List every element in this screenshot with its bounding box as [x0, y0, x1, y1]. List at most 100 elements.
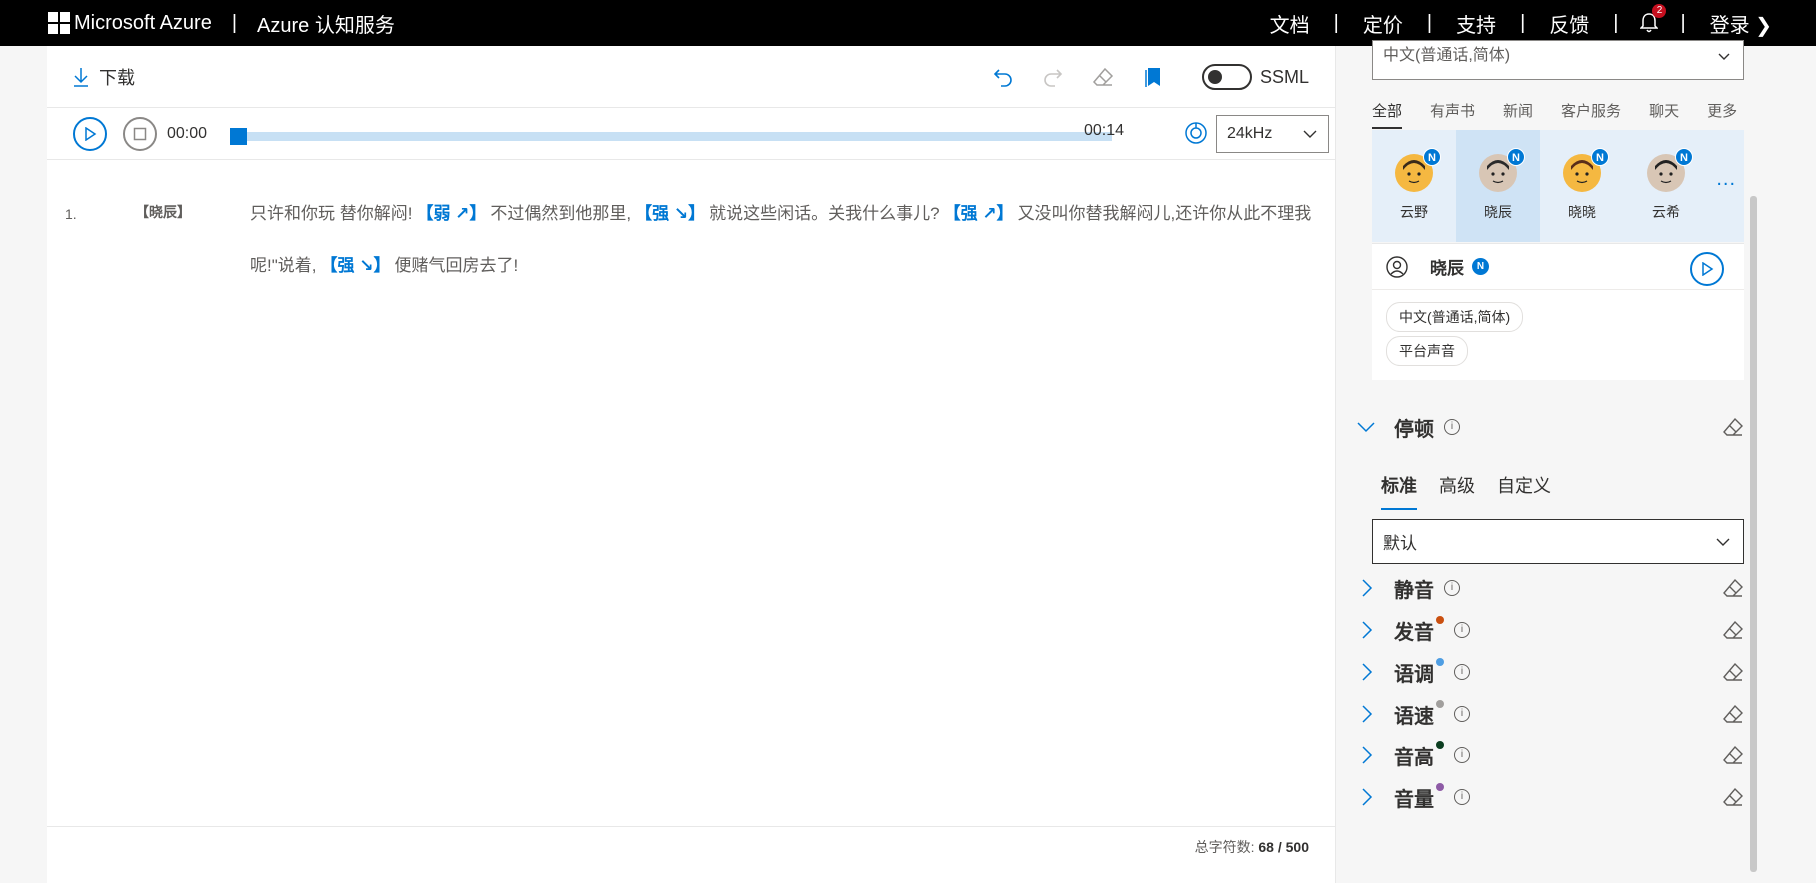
nav-link-support[interactable]: 支持	[1452, 9, 1500, 38]
chevron-right-icon	[1362, 621, 1373, 639]
bookmark-icon[interactable]	[1138, 62, 1168, 92]
selected-voice-name: 晓辰	[1430, 259, 1464, 278]
selected-voice-header: 晓辰 N	[1372, 244, 1744, 290]
notification-bell-icon[interactable]: 2	[1638, 4, 1667, 34]
category-tab[interactable]: 新闻	[1503, 100, 1533, 129]
tab-advanced[interactable]: 高级	[1439, 472, 1475, 510]
info-icon[interactable]: i	[1454, 747, 1470, 763]
eraser-icon[interactable]	[1722, 417, 1744, 437]
eraser-icon[interactable]	[1722, 578, 1744, 598]
panel-scrollbar[interactable]	[1750, 196, 1757, 872]
eraser-icon[interactable]	[1722, 787, 1744, 807]
voice-option[interactable]: N 晓晓	[1540, 130, 1624, 242]
audio-player: 00:00 00:14 24kHz	[47, 108, 1335, 160]
chevron-right-icon: ❯	[1755, 14, 1772, 37]
section-title: 停顿	[1394, 418, 1434, 441]
audio-settings-icon[interactable]	[1183, 120, 1209, 151]
nav-link-docs[interactable]: 文档	[1266, 9, 1314, 38]
category-tab[interactable]: 全部	[1372, 100, 1403, 129]
editor-footer: 总字符数: 68 / 500	[47, 826, 1335, 883]
progress-track[interactable]	[230, 128, 1112, 145]
preview-voice-button[interactable]	[1690, 252, 1724, 286]
category-tab[interactable]: 客户服务	[1561, 100, 1621, 129]
notification-count-badge: 2	[1652, 4, 1667, 18]
char-count-value: 68 / 500	[1258, 839, 1309, 855]
category-tab[interactable]: 更多	[1707, 100, 1737, 129]
service-name[interactable]: Azure 认知服务	[257, 9, 395, 38]
play-button[interactable]	[73, 116, 107, 151]
section-title: 语速	[1394, 705, 1434, 728]
eraser-icon[interactable]	[1722, 620, 1744, 640]
redo-icon[interactable]	[1038, 62, 1068, 92]
eraser-icon[interactable]	[1088, 62, 1118, 92]
text-segment: 不过偶然到他那里,	[490, 204, 632, 223]
microsoft-logo-icon	[48, 12, 70, 34]
editor-paragraph[interactable]: 只许和你玩 替你解闷! 【弱 ↗】 不过偶然到他那里, 【强 ↘】 就说这些闲话。关我什…	[250, 188, 1320, 292]
nav-link-pricing[interactable]: 定价	[1359, 9, 1407, 38]
voice-locale-chip: 中文(普通话,简体)	[1386, 302, 1524, 332]
section-collapsed[interactable]: 音量 i	[1356, 782, 1744, 812]
avatar: N	[1479, 148, 1525, 192]
brand[interactable]: Microsoft Azure	[48, 12, 212, 35]
eraser-icon[interactable]	[1722, 745, 1744, 765]
prosody-tag[interactable]: 【强 ↘】	[320, 256, 390, 275]
pause-select[interactable]: 默认	[1372, 519, 1744, 564]
section-collapsed[interactable]: 静音 i	[1356, 573, 1744, 603]
end-time: 00:14	[1084, 122, 1125, 139]
selected-voice-card: 晓辰 N 中文(普通话,简体) 平台声音	[1372, 243, 1744, 380]
voice-option[interactable]: N 晓辰	[1456, 130, 1540, 242]
section-collapsed[interactable]: 语速 i	[1356, 699, 1744, 729]
line-number: 1.	[65, 206, 77, 222]
status-dot	[1436, 658, 1444, 666]
section-collapsed[interactable]: 发音 i	[1356, 615, 1744, 645]
current-time: 00:00	[167, 124, 208, 142]
info-icon[interactable]: i	[1454, 622, 1470, 638]
eraser-icon[interactable]	[1722, 662, 1744, 682]
download-button[interactable]: 下载	[73, 64, 135, 90]
stop-button[interactable]	[123, 116, 157, 151]
voice-option[interactable]: N 云野	[1372, 130, 1456, 242]
sample-rate-value: 24kHz	[1227, 125, 1273, 142]
sample-rate-select[interactable]: 24kHz	[1216, 115, 1329, 153]
voice-gallery: N 云野 N 晓辰 N 晓晓 N 云希...	[1372, 130, 1744, 242]
info-icon[interactable]: i	[1444, 580, 1460, 596]
login-link[interactable]: 登录 ❯	[1706, 9, 1776, 38]
section-collapsed[interactable]: 语调 i	[1356, 657, 1744, 687]
nav-link-feedback[interactable]: 反馈	[1545, 9, 1593, 38]
info-icon[interactable]: i	[1454, 664, 1470, 680]
info-icon[interactable]: i	[1444, 419, 1460, 435]
category-tab[interactable]: 聊天	[1649, 100, 1679, 129]
more-voices-button[interactable]: ...	[1716, 168, 1736, 191]
tab-custom[interactable]: 自定义	[1497, 472, 1551, 510]
info-icon[interactable]: i	[1454, 789, 1470, 805]
section-collapsed[interactable]: 音高 i	[1356, 740, 1744, 770]
editor-toolbar: 下载 SSML	[47, 46, 1335, 108]
ssml-toggle[interactable]	[1201, 64, 1252, 90]
download-icon	[74, 67, 88, 87]
char-count: 总字符数: 68 / 500	[1195, 837, 1309, 857]
chevron-right-icon	[1362, 579, 1373, 597]
category-tab[interactable]: 有声书	[1430, 100, 1475, 129]
nav-separator: |	[231, 11, 238, 34]
progress-thumb[interactable]	[230, 128, 247, 145]
prosody-tag[interactable]: 【弱 ↗】	[416, 204, 486, 223]
prosody-tag[interactable]: 【强 ↘】	[635, 204, 705, 223]
section-pause[interactable]: 停顿 i	[1356, 412, 1744, 442]
info-icon[interactable]: i	[1454, 706, 1470, 722]
chevron-down-icon	[1357, 422, 1375, 433]
avatar: N	[1395, 148, 1441, 192]
eraser-icon[interactable]	[1722, 704, 1744, 724]
voice-name: 晓辰	[1484, 204, 1512, 220]
status-dot	[1436, 741, 1444, 749]
language-select[interactable]: 中文(普通话,简体)	[1372, 40, 1744, 80]
voice-option[interactable]: N 云希	[1624, 130, 1708, 242]
undo-icon[interactable]	[988, 62, 1018, 92]
tab-standard[interactable]: 标准	[1381, 472, 1417, 510]
voice-categories: 全部 有声书 新闻 客户服务 聊天 更多	[1372, 100, 1765, 129]
pause-tabs: 标准 高级 自定义	[1381, 472, 1573, 510]
editor-content[interactable]: 1. 【晓辰】 只许和你玩 替你解闷! 【弱 ↗】 不过偶然到他那里, 【强 ↘】 就说…	[47, 160, 1335, 275]
speaker-tag[interactable]: 【晓辰】	[135, 202, 191, 222]
text-segment: 就说这些闲话。关我什么事儿?	[709, 204, 940, 223]
stop-icon	[133, 127, 147, 140]
prosody-tag[interactable]: 【强 ↗】	[944, 204, 1014, 223]
